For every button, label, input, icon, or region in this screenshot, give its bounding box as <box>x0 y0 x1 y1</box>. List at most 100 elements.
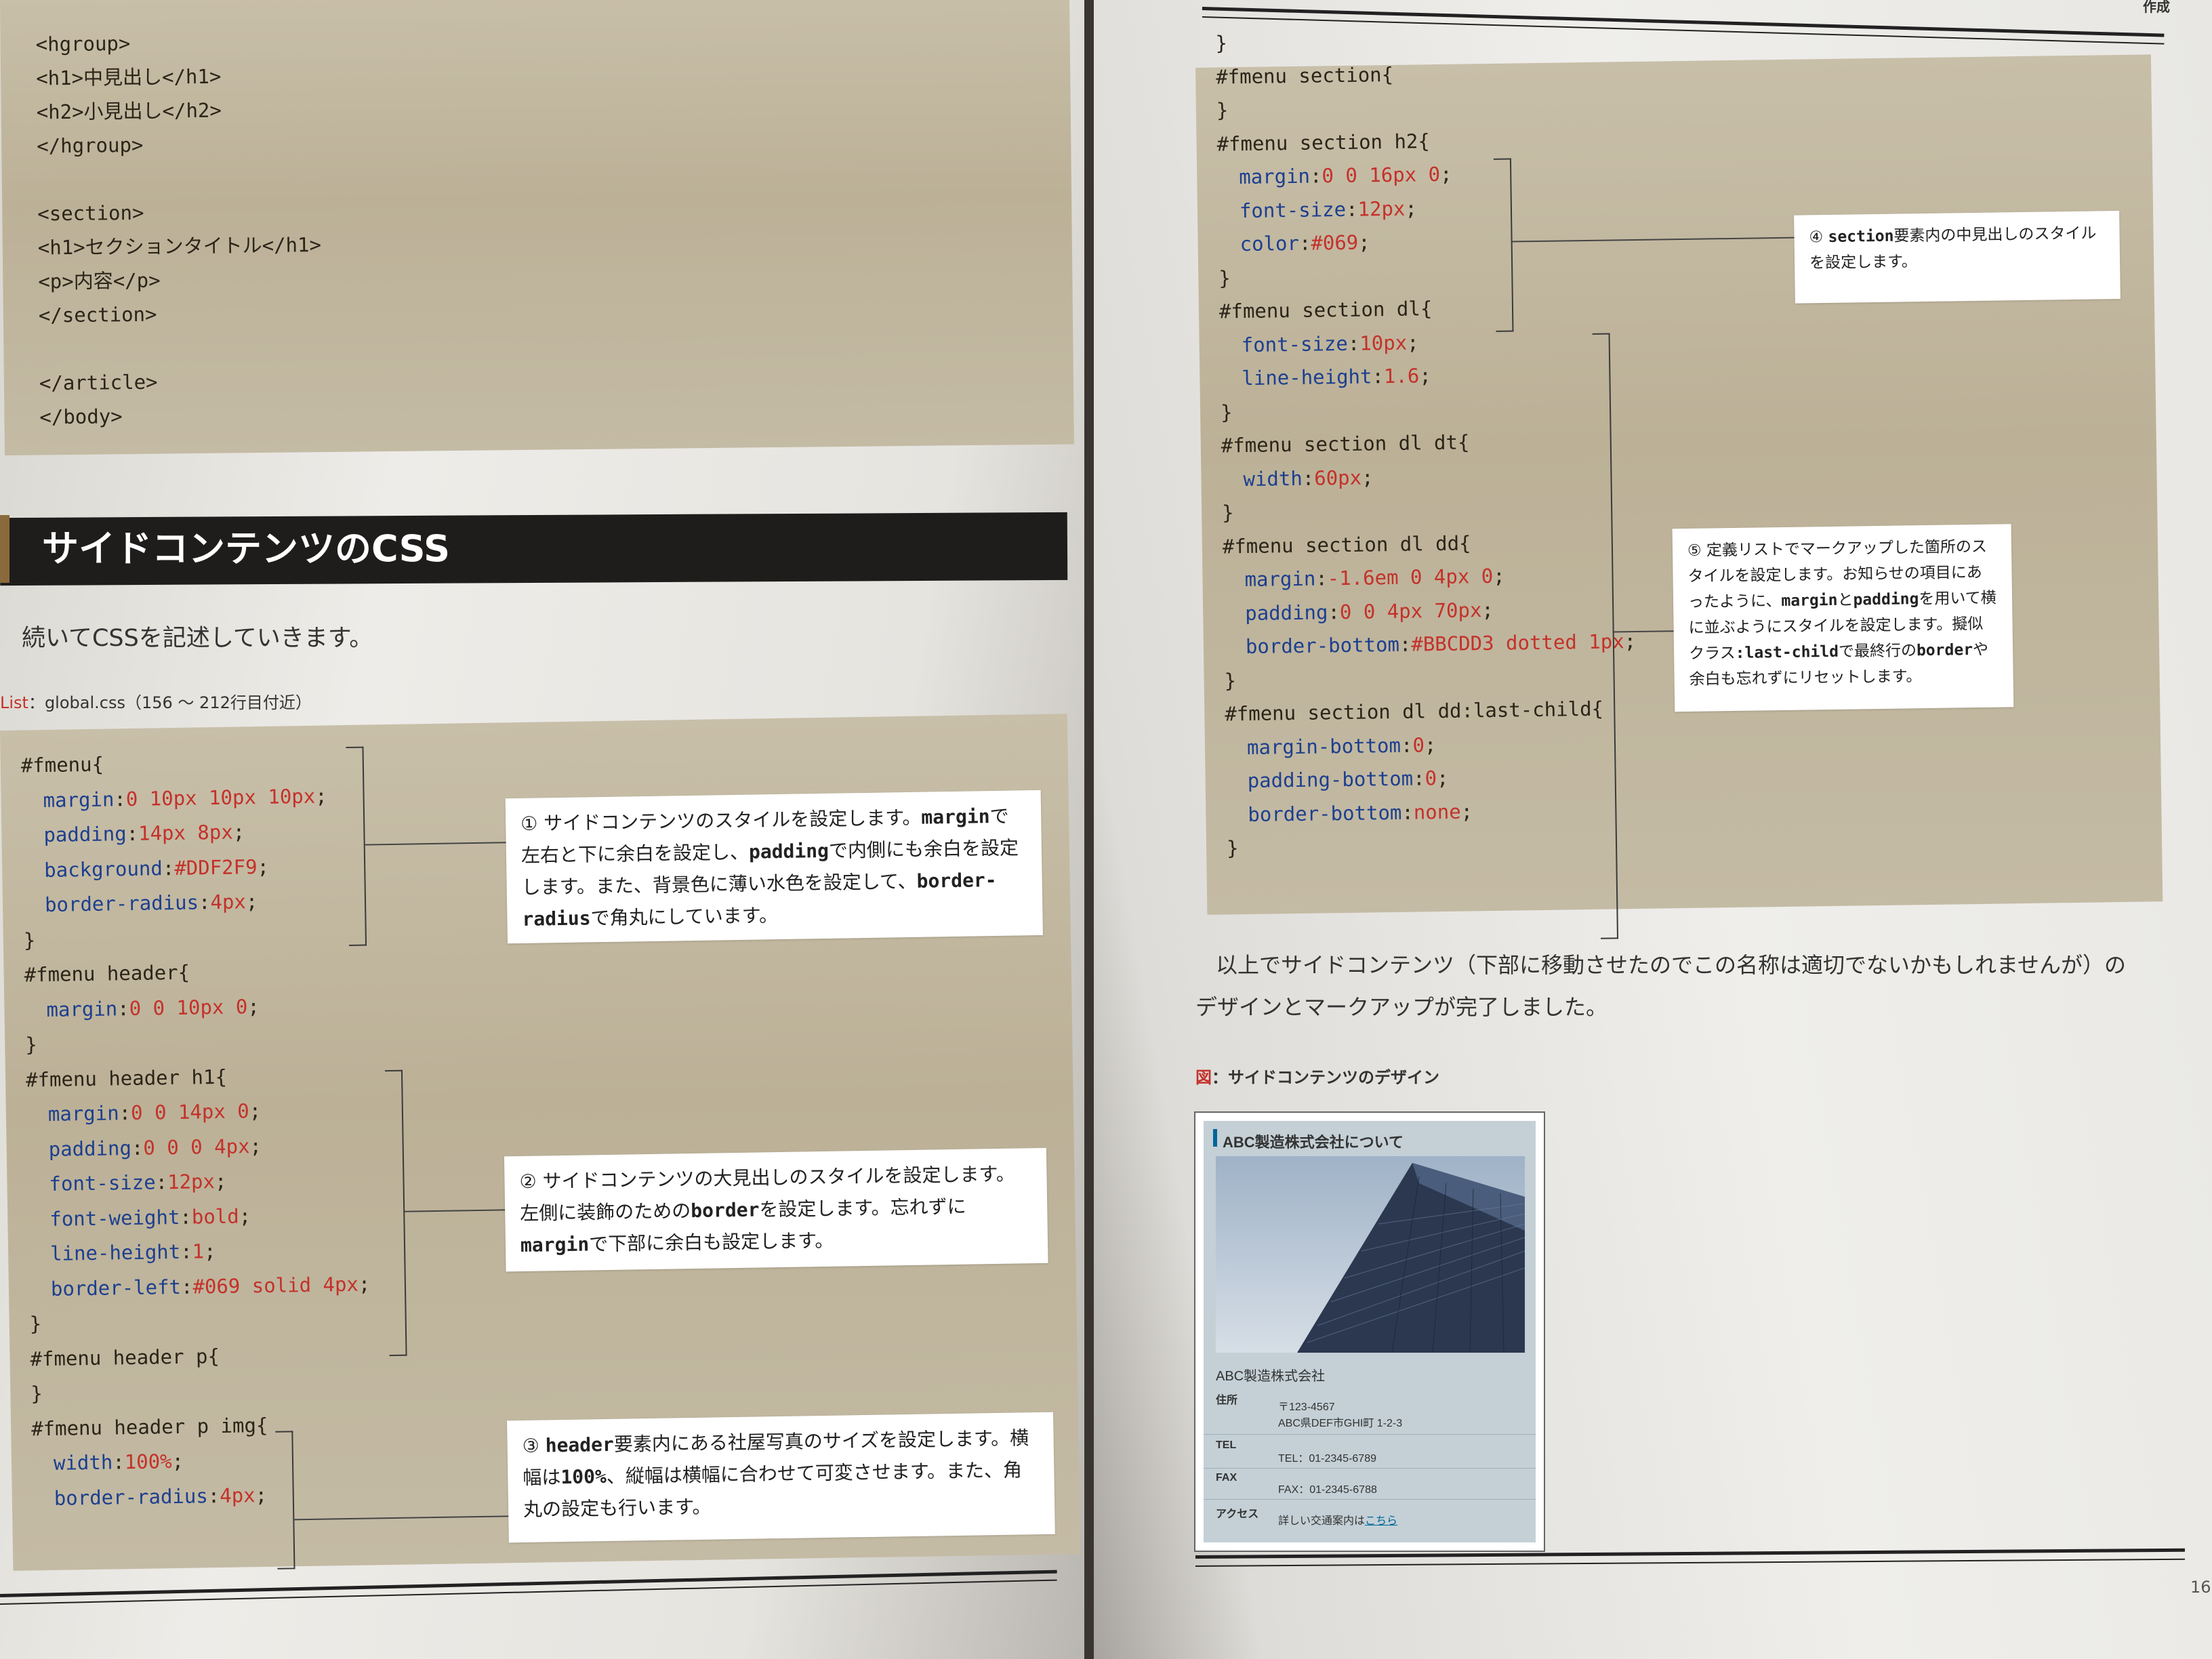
figure-caption-prefix: 図 <box>1195 1068 1212 1087</box>
row-label-access: アクセス <box>1216 1509 1259 1520</box>
code-line: <section> <box>37 201 144 226</box>
css-value: none <box>1413 800 1461 824</box>
row-divider <box>1204 1434 1536 1435</box>
figure-title: ABC製造株式会社について <box>1223 1134 1404 1151</box>
css-selector: } <box>25 1033 38 1057</box>
figure-caption: 図：サイドコンテンツのデザイン <box>1195 1069 1439 1086</box>
css-code-box-right: } #fmenu section{} #fmenu section h2{ margi… <box>1195 31 2163 939</box>
css-line: } <box>29 1312 42 1336</box>
css-property: line-height <box>49 1240 181 1265</box>
css-line: } <box>25 1033 38 1057</box>
css-line: #fmenu header p{ <box>30 1344 220 1370</box>
row-label-tel: TEL <box>1216 1439 1237 1451</box>
intro-text: 続いてCSSを記述していきます。 <box>22 625 373 652</box>
page-number: 16 <box>2190 1578 2211 1597</box>
css-value: 10px <box>1359 331 1408 355</box>
css-property: margin <box>1239 164 1311 189</box>
bracket-2 <box>384 1069 407 1357</box>
row-value-address-1: 〒123-4567 <box>1278 1401 1335 1413</box>
bracket-4 <box>1493 158 1514 332</box>
css-line: #fmenu section dl{ <box>1219 297 1433 323</box>
css-selector: } <box>1226 836 1239 860</box>
css-property: margin <box>47 1101 119 1126</box>
css-value: 100% <box>124 1450 172 1474</box>
conclusion-line-1: 以上でサイドコンテンツ（下部に移動させたのでこの名称は適切でないかもしれませんが… <box>1216 952 2127 978</box>
css-value: 4px <box>219 1483 255 1507</box>
css-line: #fmenu section{ <box>1216 62 1393 88</box>
code-line: </article> <box>39 370 158 395</box>
css-property: font-size <box>1239 197 1347 222</box>
css-property: border-radius <box>54 1483 209 1510</box>
note-1: ① サイドコンテンツのスタイルを設定します。marginで左右と下に余白を設定し… <box>505 790 1043 944</box>
code-line: <h2>小見出し</h2> <box>36 98 222 124</box>
css-value: 0 <box>1412 733 1425 757</box>
css-line: #fmenu{ <box>21 753 104 777</box>
access-link[interactable]: こちら <box>1365 1515 1397 1527</box>
code-line: <h1>セクションタイトル</h1> <box>37 233 322 260</box>
connector-1 <box>363 842 506 846</box>
section-heading: サイドコンテンツのCSS <box>42 527 450 570</box>
css-line: } <box>1220 400 1233 424</box>
row-value-address-2: ABC県DEF市GHI町 1-2-3 <box>1278 1418 1403 1429</box>
css-selector: #fmenu section dl dd{ <box>1222 531 1471 558</box>
conclusion-line-2: デザインとマークアップが完了しました。 <box>1195 994 1608 1020</box>
css-property: border-bottom <box>1245 632 1400 659</box>
note-5: ⑤ 定義リストでマークアップした箇所のスタイルを設定します。お知らせの項目にあっ… <box>1672 524 2014 712</box>
css-line: font-size:10px; <box>1241 330 1419 356</box>
css-listing-left: #fmenu{margin:0 10px 10px 10px; padding:1… <box>0 714 1067 1510</box>
css-selector: } <box>29 1312 42 1336</box>
css-property: border-left <box>50 1275 182 1300</box>
css-value: 0 0 16px 0 <box>1322 162 1441 188</box>
css-line: border-bottom:#BBCDD3 dotted 1px; <box>1245 630 1637 659</box>
css-line: line-height:1; <box>49 1240 216 1265</box>
css-value: 4px <box>210 890 247 914</box>
corner-tag: 作成 <box>2143 0 2170 15</box>
css-line: border-bottom:none; <box>1248 799 1473 826</box>
css-value: 0 0 10px 0 <box>129 994 248 1020</box>
css-value: 14px 8px <box>138 820 234 845</box>
css-line: padding:0 0 0 4px; <box>48 1134 262 1161</box>
list-caption-prefix: List <box>0 693 28 712</box>
heading-accent <box>0 515 9 583</box>
css-value: 0 0 14px 0 <box>130 1099 249 1125</box>
css-line: } <box>1226 836 1239 860</box>
css-line: padding:0 0 4px 70px; <box>1245 598 1494 625</box>
connector-3 <box>293 1515 509 1521</box>
connector-4 <box>1511 237 1796 243</box>
note-2: ② サイドコンテンツの大見出しのスタイルを設定します。左側に装飾のためのbord… <box>504 1147 1048 1272</box>
css-line: width:100%; <box>53 1449 184 1475</box>
css-property: padding <box>1245 600 1328 625</box>
figure-title-accent <box>1213 1129 1217 1147</box>
css-line: margin:0 0 16px 0; <box>1239 162 1452 189</box>
css-value: 0 0 0 4px <box>143 1134 250 1160</box>
note-4: ④ section要素内の中見出しのスタイルを設定します。 <box>1794 210 2121 304</box>
css-value: #069 solid 4px <box>192 1272 359 1298</box>
css-line: #fmenu section h2{ <box>1216 129 1430 155</box>
css-line: } <box>24 928 36 951</box>
css-line: margin:-1.6em 0 4px 0; <box>1244 564 1505 592</box>
code-line: </hgroup> <box>37 133 144 158</box>
css-line: padding-bottom:0; <box>1247 766 1449 793</box>
css-line: #fmenu section dl dd:last-child{ <box>1225 697 1603 726</box>
css-value: 0 <box>1425 766 1437 790</box>
css-property: line-height <box>1242 365 1372 390</box>
css-property: margin <box>1244 567 1316 592</box>
css-line: color:#069; <box>1240 230 1370 256</box>
css-property: margin <box>43 787 115 812</box>
css-line: margin:0 0 10px 0; <box>46 994 260 1021</box>
css-line: margin:0 0 14px 0; <box>47 1099 262 1126</box>
css-selector: } <box>1215 31 1228 55</box>
css-line: margin:0 10px 10px 10px; <box>43 783 327 812</box>
css-value: 60px <box>1314 466 1362 490</box>
css-line: font-size:12px; <box>1239 196 1418 222</box>
css-selector: #fmenu header p{ <box>30 1344 220 1370</box>
css-property: width <box>1243 466 1303 491</box>
top-rule-right <box>1202 7 2165 37</box>
company-name: ABC製造株式会社 <box>1216 1369 1326 1384</box>
connector-5 <box>1612 630 1674 633</box>
css-selector: } <box>1220 400 1233 424</box>
left-page: <hgroup> <h1>中見出し</h1> <h2>小見出し</h2> </hgro… <box>0 0 1084 1659</box>
bracket-3 <box>275 1431 295 1570</box>
bottom-rule-right-thin <box>1195 1558 2185 1567</box>
css-line: border-radius:4px; <box>44 890 258 916</box>
